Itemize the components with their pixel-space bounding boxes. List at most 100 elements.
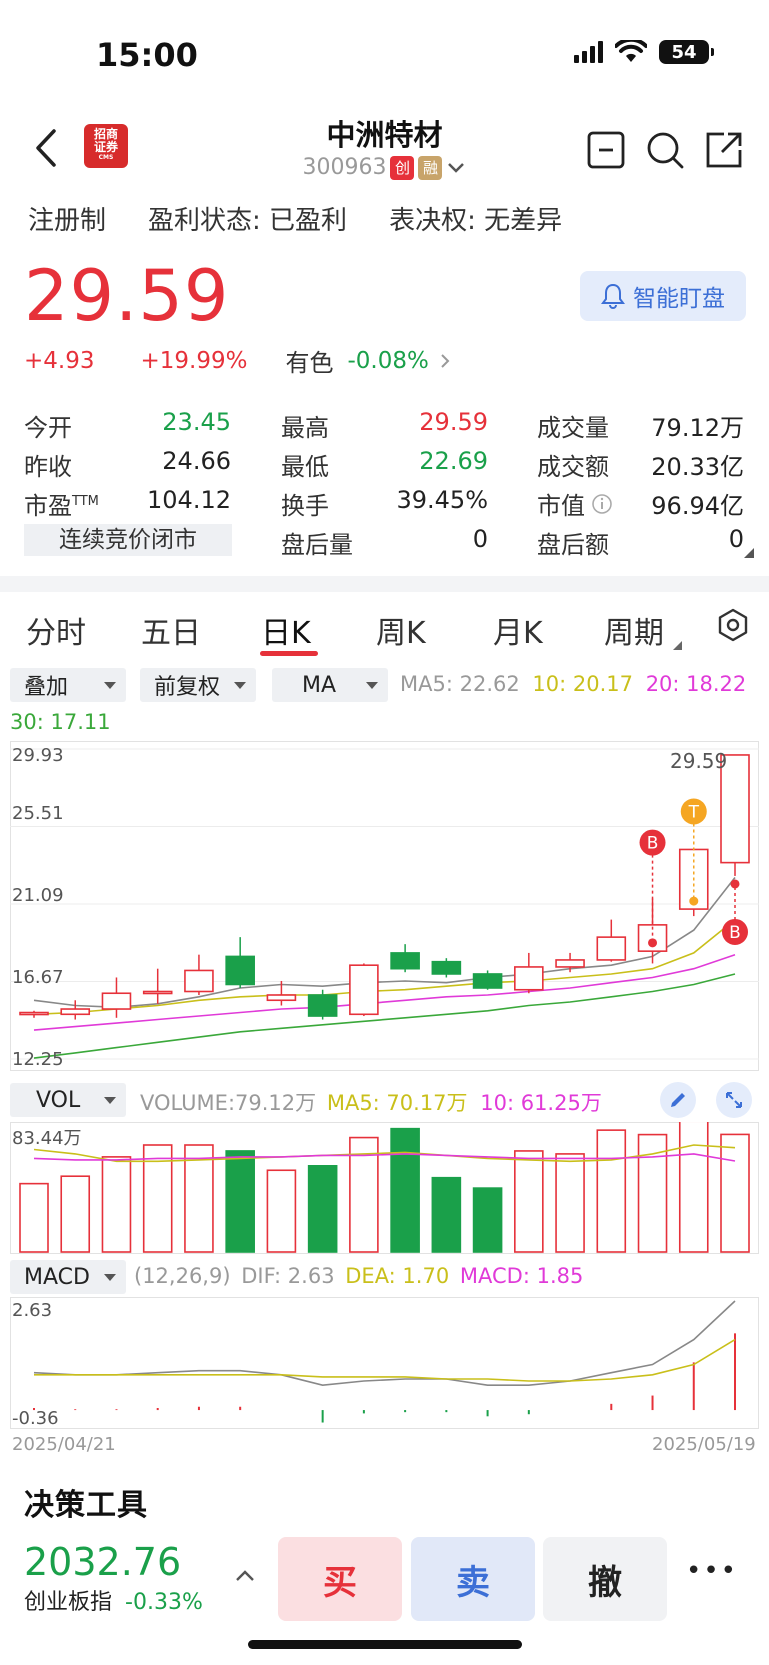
- marker-dot: [648, 938, 658, 948]
- tab-period[interactable]: 周期: [604, 608, 664, 652]
- volume-bar: [225, 1150, 255, 1253]
- expand-corner-icon[interactable]: [744, 548, 754, 558]
- volume-bar: [678, 1122, 709, 1253]
- section-divider: [0, 576, 769, 592]
- ma-legend: MA5: 22.62 10: 20.17 20: 18.22: [400, 672, 747, 696]
- auction-status: 连续竞价闭市: [24, 524, 232, 556]
- pe-ttm: 104.12: [147, 486, 231, 514]
- index-value[interactable]: 2032.76: [24, 1540, 181, 1584]
- wifi-icon: [615, 40, 647, 62]
- profit-status: 已盈利: [269, 206, 348, 236]
- buy-button[interactable]: 买: [278, 1537, 402, 1621]
- settings-icon[interactable]: [717, 608, 749, 642]
- after-hours-amount: 0: [728, 525, 744, 553]
- adjust-dropdown[interactable]: 前复权: [140, 668, 256, 702]
- volume-bar: [60, 1175, 91, 1253]
- price-change-row: +4.93 +19.99% 有色 -0.08%: [24, 343, 451, 378]
- volume: 79.12万: [651, 414, 744, 442]
- chevron-right-icon[interactable]: [439, 352, 451, 370]
- expand-arrows-icon: [726, 1092, 742, 1108]
- stock-code: 300963: [302, 155, 387, 180]
- share-icon[interactable]: [704, 130, 744, 170]
- volume-bar: [101, 1156, 132, 1253]
- candle-body: [472, 973, 503, 989]
- x-start-date: 2025/04/21: [12, 1434, 116, 1455]
- chevron-down-icon[interactable]: [446, 160, 466, 176]
- home-indicator: [248, 1640, 522, 1649]
- volume-bar: [472, 1187, 503, 1253]
- y-tick-label: 16.67: [12, 967, 64, 988]
- macd-chart[interactable]: [10, 1297, 759, 1429]
- price-change: +4.93: [24, 347, 95, 374]
- market-cap: 96.94亿: [651, 492, 744, 520]
- price-change-pct: +19.99%: [140, 347, 248, 374]
- volume-bar: [514, 1150, 544, 1253]
- ma30-line: [33, 973, 736, 1059]
- macd-min-label: -0.36: [12, 1408, 59, 1429]
- caret-down-icon: [234, 681, 246, 689]
- candle-body: [307, 994, 338, 1017]
- candle-body: [349, 964, 379, 1016]
- volume-bar: [596, 1129, 627, 1253]
- sector-change[interactable]: -0.08%: [347, 348, 428, 374]
- tab-daily-k[interactable]: 日K: [261, 608, 311, 652]
- caret-down-icon: [104, 681, 116, 689]
- caret-down-icon: [104, 1273, 116, 1281]
- ma5-line: [33, 877, 736, 1009]
- candle-body: [431, 960, 462, 975]
- x-end-date: 2025/05/19: [652, 1434, 756, 1455]
- tab-weekly-k[interactable]: 周K: [376, 608, 426, 652]
- bell-icon: [601, 283, 625, 309]
- marker-dot: [689, 896, 699, 906]
- volume-chart[interactable]: [10, 1122, 759, 1254]
- candle-body: [596, 936, 627, 961]
- volume-bar: [431, 1176, 462, 1253]
- macd-dif-line: [33, 1300, 736, 1387]
- chart-frame: [10, 1297, 759, 1429]
- candle-body: [101, 992, 132, 1010]
- sell-button[interactable]: 卖: [411, 1537, 535, 1621]
- cellular-signal-icon: [574, 41, 603, 63]
- indicator-dropdown[interactable]: MA: [272, 668, 388, 702]
- candle-body: [514, 966, 544, 991]
- max-price-label: 29.59: [670, 749, 728, 773]
- candle-body: [225, 955, 255, 986]
- tab-intraday[interactable]: 分时: [26, 608, 86, 652]
- fullscreen-button[interactable]: [716, 1082, 752, 1118]
- minus-box-icon[interactable]: [586, 130, 626, 170]
- caret-down-icon: [104, 1096, 116, 1104]
- y-tick-label: 21.09: [12, 885, 64, 906]
- search-icon[interactable]: [645, 130, 685, 170]
- voting-rights: 无差异: [484, 206, 563, 236]
- chevron-up-icon[interactable]: [234, 1568, 256, 1584]
- amount: 20.33亿: [651, 453, 744, 481]
- candlestick-chart[interactable]: B T B: [10, 741, 759, 1071]
- decision-tools-title[interactable]: 决策工具: [24, 1480, 148, 1524]
- sector-name[interactable]: 有色: [285, 343, 333, 378]
- macd-dropdown[interactable]: MACD: [10, 1260, 126, 1294]
- edit-indicator-button[interactable]: [660, 1082, 696, 1118]
- overlay-dropdown[interactable]: 叠加: [10, 668, 126, 702]
- volume-bar: [307, 1165, 338, 1253]
- cancel-order-button[interactable]: 撤: [543, 1537, 667, 1621]
- marker-label: B: [729, 923, 741, 943]
- vol-dropdown[interactable]: VOL: [10, 1083, 126, 1117]
- status-icons: 54: [574, 40, 714, 64]
- volume-bar: [184, 1144, 214, 1253]
- tab-five-day[interactable]: 五日: [141, 608, 201, 652]
- volume-bar: [555, 1153, 585, 1253]
- turnover-rate: 39.45%: [396, 486, 488, 514]
- volume-bar: [266, 1169, 297, 1253]
- volume-bar: [19, 1182, 49, 1253]
- more-button[interactable]: •••: [686, 1556, 738, 1586]
- tab-monthly-k[interactable]: 月K: [493, 608, 543, 652]
- open-price: 23.45: [162, 408, 231, 436]
- index-info[interactable]: 创业板指 -0.33%: [24, 1584, 203, 1616]
- info-icon[interactable]: [591, 493, 613, 515]
- y-tick-label: 25.51: [12, 803, 64, 824]
- period-corner-icon: [673, 641, 682, 650]
- after-hours-volume: 0: [472, 525, 488, 553]
- vol-ma10-line: [33, 1153, 736, 1162]
- ma30-legend: 30: 17.11: [10, 710, 111, 734]
- smart-watch-button[interactable]: 智能盯盘: [580, 271, 746, 321]
